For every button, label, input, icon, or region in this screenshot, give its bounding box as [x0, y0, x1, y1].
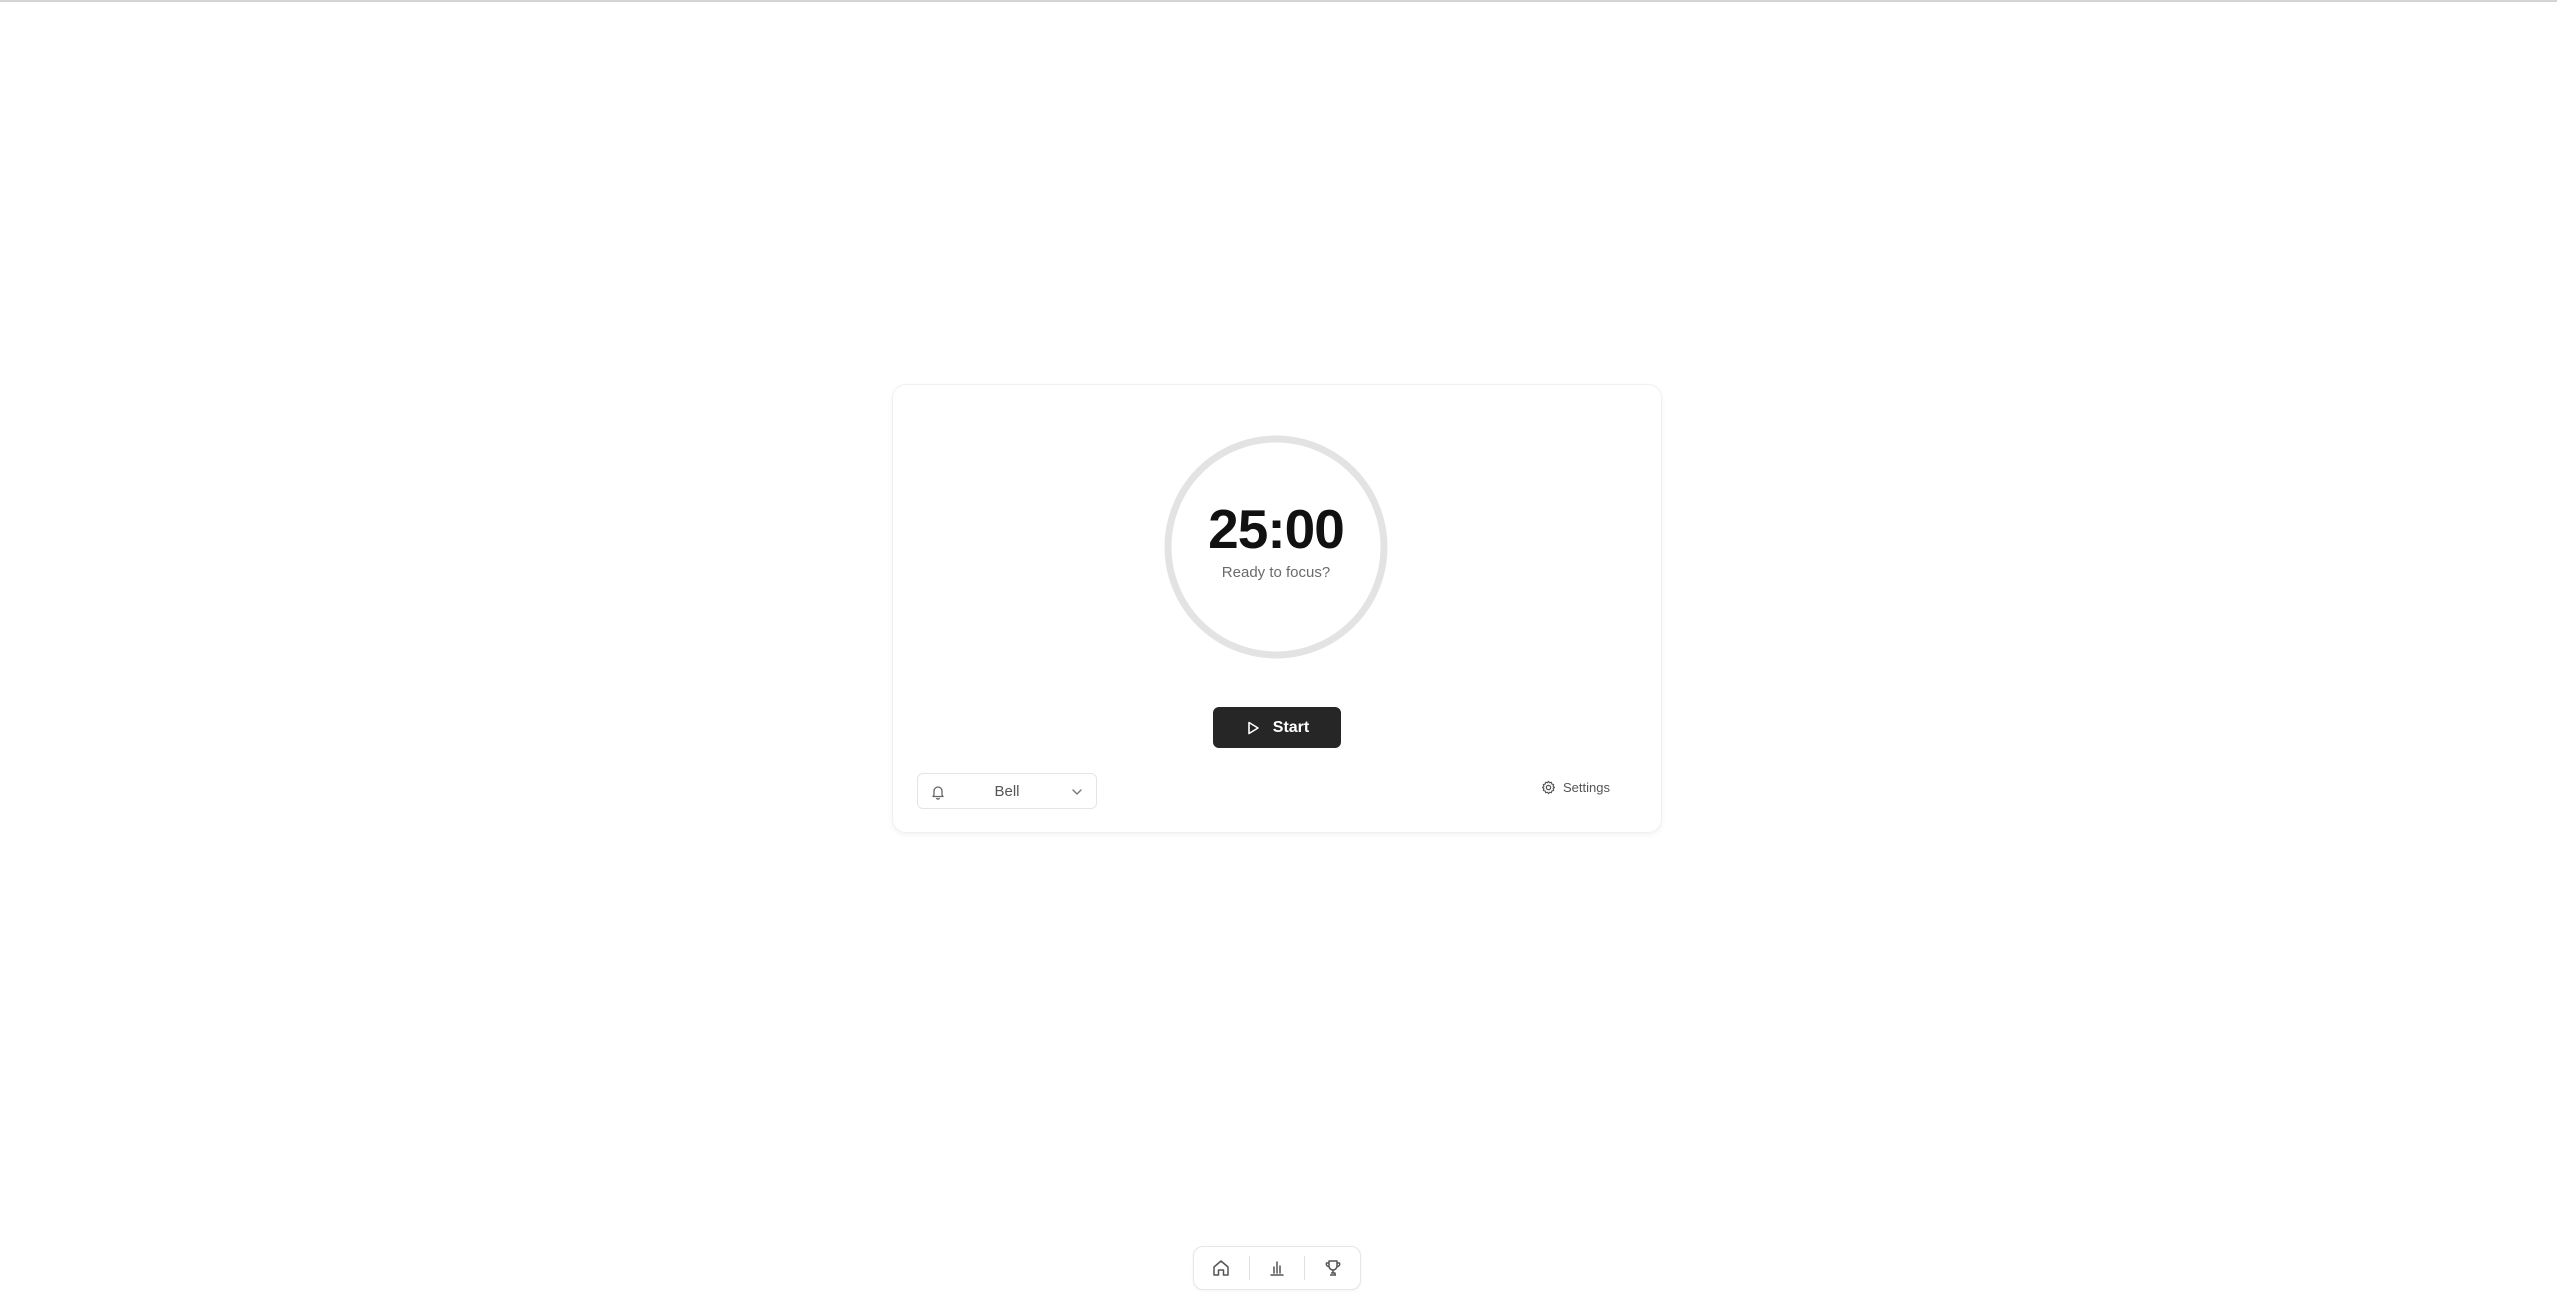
timer-display: 25:00 [1208, 498, 1345, 560]
nav-stats[interactable] [1250, 1247, 1305, 1289]
bar-chart-icon [1270, 1261, 1284, 1276]
nav-achievements[interactable] [1305, 1247, 1360, 1289]
trophy-icon [1325, 1260, 1341, 1276]
gear-icon [1541, 780, 1556, 795]
timer-status: Ready to focus? [1221, 564, 1331, 581]
settings-button[interactable]: Settings [1541, 775, 1610, 799]
chevron-down-icon [1070, 785, 1084, 799]
settings-button-label: Settings [1563, 779, 1610, 795]
nav-home[interactable] [1194, 1247, 1249, 1289]
window-top-border [0, 0, 2557, 2]
home-icon [1213, 1260, 1230, 1276]
start-button[interactable]: Start [1213, 707, 1341, 748]
sound-select[interactable]: Bell [917, 773, 1097, 809]
play-icon [1245, 720, 1261, 736]
bottom-nav [1193, 1246, 1361, 1290]
timer-card: 25:00 Ready to focus? Start Bell Setting… [892, 384, 1662, 833]
start-button-label: Start [1272, 718, 1310, 736]
timer-ring: 25:00 Ready to focus? [1163, 434, 1389, 660]
